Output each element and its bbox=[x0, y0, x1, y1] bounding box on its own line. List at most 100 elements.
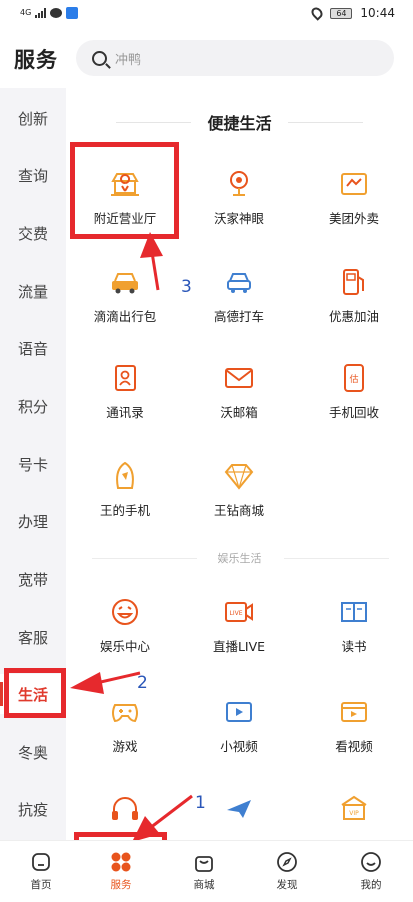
app-notification-icon bbox=[66, 7, 79, 19]
tile-fuel[interactable]: 优惠加油 bbox=[298, 258, 410, 330]
nav-service[interactable]: 服务 bbox=[80, 841, 162, 902]
tile-label: 高德打车 bbox=[213, 309, 264, 324]
location-icon bbox=[309, 5, 326, 21]
annotation-step-3: 3 bbox=[181, 277, 192, 297]
tile-amap-taxi[interactable]: 高德打车 bbox=[183, 258, 295, 330]
tile-contacts[interactable]: 通讯录 bbox=[69, 354, 181, 426]
contacts-icon bbox=[109, 362, 141, 394]
nav-home[interactable]: 首页 bbox=[0, 841, 82, 902]
tile-mail[interactable]: 沃邮箱 bbox=[183, 354, 295, 426]
gamepad-icon bbox=[109, 696, 141, 728]
tile-watch-video[interactable]: 看视频 bbox=[298, 688, 410, 760]
smile-icon bbox=[109, 596, 141, 628]
sidebar-item-broadband[interactable]: 宽带 bbox=[0, 559, 66, 599]
tile-king-phone[interactable]: 王的手机 bbox=[69, 452, 181, 524]
tile-label: 美团外卖 bbox=[328, 211, 379, 226]
clock: 10:44 bbox=[360, 6, 395, 20]
sidebar-item-sim[interactable]: 号卡 bbox=[0, 444, 66, 484]
sidebar-item-innovation[interactable]: 创新 bbox=[0, 98, 66, 138]
sidebar-item-label: 宽带 bbox=[17, 570, 48, 589]
status-right: 64 10:44 bbox=[309, 5, 395, 21]
annotation-step-2: 2 bbox=[137, 673, 148, 693]
tile-reading[interactable]: 读书 bbox=[298, 588, 410, 660]
nav-label: 发现 bbox=[276, 879, 298, 891]
tile-phone-recycle[interactable]: 估 手机回收 bbox=[298, 354, 410, 426]
shop-bag-icon bbox=[193, 851, 215, 873]
svg-text:VIP: VIP bbox=[349, 810, 359, 817]
nav-discover[interactable]: 发现 bbox=[246, 841, 328, 902]
sidebar-item-label: 号卡 bbox=[17, 455, 48, 474]
tile-label: 游戏 bbox=[112, 739, 138, 754]
sidebar-item-points[interactable]: 积分 bbox=[0, 386, 66, 426]
mail-icon bbox=[223, 362, 255, 394]
vip-icon: VIP bbox=[338, 792, 370, 824]
tile-label: 娱乐中心 bbox=[99, 639, 150, 654]
king-phone-icon bbox=[109, 460, 141, 492]
nav-shop[interactable]: 商城 bbox=[163, 841, 245, 902]
profile-icon bbox=[360, 851, 382, 873]
tile-label: 沃邮箱 bbox=[220, 405, 258, 420]
headphones-icon bbox=[109, 792, 141, 824]
search-input[interactable]: 冲鸭 bbox=[76, 40, 394, 76]
sidebar-item-label: 冬奥 bbox=[17, 743, 48, 762]
message-icon bbox=[50, 8, 63, 18]
tile-label: 手机回收 bbox=[328, 405, 379, 420]
tile-live[interactable]: LIVE 直播LIVE bbox=[183, 588, 295, 660]
tile-short-video[interactable]: 小视频 bbox=[183, 688, 295, 760]
sidebar-item-payment[interactable]: 交费 bbox=[0, 213, 66, 253]
tile-label: 沃家神眼 bbox=[213, 211, 264, 226]
tile-meituan[interactable]: 美团外卖 bbox=[298, 160, 410, 232]
camera-eye-icon bbox=[223, 168, 255, 200]
sidebar-item-service[interactable]: 客服 bbox=[0, 617, 66, 657]
sidebar-item-olympics[interactable]: 冬奥 bbox=[0, 732, 66, 772]
sidebar: 创新 查询 交费 流量 语音 积分 号卡 办理 宽带 客服 生活 冬奥 抗疫 bbox=[0, 88, 66, 840]
sidebar-item-handle[interactable]: 办理 bbox=[0, 501, 66, 541]
book-icon bbox=[338, 596, 370, 628]
sidebar-item-label: 客服 bbox=[17, 628, 48, 647]
tile-label: 直播LIVE bbox=[212, 639, 266, 654]
divider bbox=[284, 558, 389, 559]
tile-games[interactable]: 游戏 bbox=[69, 688, 181, 760]
tile-label: 看视频 bbox=[335, 739, 373, 754]
sidebar-item-label: 积分 bbox=[17, 397, 48, 416]
compass-icon bbox=[276, 851, 298, 873]
annotation-box-nearby-store bbox=[70, 142, 179, 239]
divider bbox=[288, 122, 363, 123]
live-icon: LIVE bbox=[223, 596, 255, 628]
battery-icon: 64 bbox=[330, 7, 353, 19]
tile-label: 读书 bbox=[341, 639, 367, 654]
sidebar-item-label: 语音 bbox=[17, 339, 48, 358]
tile-didi[interactable]: 滴滴出行包 bbox=[69, 258, 181, 330]
tile-label: 优惠加油 bbox=[328, 309, 379, 324]
sidebar-item-label: 流量 bbox=[17, 282, 48, 301]
tile-label: 王钻商城 bbox=[213, 503, 264, 518]
sidebar-item-label: 创新 bbox=[17, 109, 48, 128]
nav-label: 首页 bbox=[30, 879, 52, 891]
nav-label: 商城 bbox=[193, 879, 215, 891]
sidebar-item-epidemic[interactable]: 抗疫 bbox=[0, 789, 66, 829]
diamond-icon bbox=[223, 460, 255, 492]
home-icon bbox=[30, 851, 52, 873]
nav-label: 服务 bbox=[110, 879, 132, 891]
tile-diamond-mall[interactable]: 王钻商城 bbox=[183, 452, 295, 524]
annotation-step-1: 1 bbox=[195, 793, 206, 813]
sidebar-item-voice[interactable]: 语音 bbox=[0, 328, 66, 368]
car-icon bbox=[109, 266, 141, 298]
sidebar-item-label: 交费 bbox=[17, 224, 48, 243]
tile-label: 滴滴出行包 bbox=[93, 309, 157, 324]
taxi-icon bbox=[223, 266, 255, 298]
tile-home-camera[interactable]: 沃家神眼 bbox=[183, 160, 295, 232]
tile-label: 通讯录 bbox=[106, 405, 144, 420]
tile-entertainment-center[interactable]: 娱乐中心 bbox=[69, 588, 181, 660]
svg-text:LIVE: LIVE bbox=[229, 610, 242, 617]
sidebar-item-label: 抗疫 bbox=[17, 800, 48, 819]
svg-text:估: 估 bbox=[349, 373, 358, 385]
status-bar: 4G 64 10:44 bbox=[0, 0, 413, 26]
small-video-icon bbox=[223, 696, 255, 728]
nav-profile[interactable]: 我的 bbox=[330, 841, 412, 902]
video-icon bbox=[338, 696, 370, 728]
search-icon bbox=[92, 50, 107, 66]
sidebar-item-query[interactable]: 查询 bbox=[0, 155, 66, 195]
tile-label: 王的手机 bbox=[99, 503, 150, 518]
sidebar-item-data[interactable]: 流量 bbox=[0, 271, 66, 311]
